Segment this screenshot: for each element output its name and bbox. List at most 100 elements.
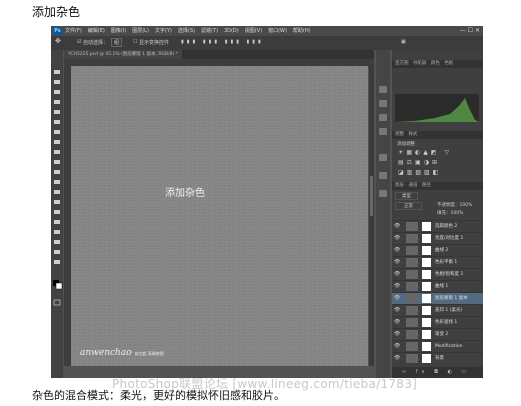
visibility-eye-icon[interactable]: 👁 [394,221,400,232]
menu-image[interactable]: 图像(I) [111,26,126,36]
show-transform-checkbox[interactable]: ☐ [133,39,137,45]
layer-name: 选取颜色 2 [435,224,458,229]
layers-tabs[interactable]: 图层 通道 路径 [392,182,483,190]
fill-field[interactable]: 填充：100% [437,210,463,216]
tab-paths[interactable]: 路径 [422,183,431,188]
visibility-eye-icon[interactable]: 👁 [394,341,400,352]
layer-mask-thumbnail [422,270,431,279]
canvas-caption: 添加杂色 [165,188,205,199]
menu-window[interactable]: 窗口(W) [268,26,287,36]
layer-thumbnail [406,246,418,255]
layer-row[interactable]: 👁 Modification [392,340,483,352]
layer-kind-filter[interactable]: 类型 [395,192,418,200]
auto-select-label: 自动选择： [83,40,109,46]
menu-select[interactable]: 选择(S) [178,26,195,36]
workspace-icon[interactable]: ▣ [401,39,406,45]
visibility-eye-icon[interactable]: 👁 [394,269,400,280]
window-controls[interactable]: — ☐ ✕ [460,26,480,36]
visibility-eye-icon[interactable]: 👁 [394,305,400,316]
layer-row[interactable]: 👁 色彩平衡 1 [392,256,483,268]
menu-file[interactable]: 文件(F) [65,26,82,36]
canvas[interactable] [71,66,368,366]
brush-icon[interactable] [379,128,387,135]
visibility-eye-icon[interactable]: 👁 [394,329,400,340]
photoshop-logo-icon: Ps [53,27,62,35]
adjustment-icons-row2[interactable]: ▤⚖▣◑⊞ [398,159,440,166]
character-icon[interactable] [379,190,387,197]
document-tab[interactable]: YCH5225.psd @ 45.1% (图层蒙版 1 副本, RGB/8) * [64,50,182,59]
layer-row[interactable]: 👁 背景 [392,352,483,364]
menu-layer[interactable]: 图层(L) [132,26,149,36]
layer-row[interactable]: 👁 色彩查找 1 [392,316,483,328]
menu-type[interactable]: 文字(Y) [155,26,172,36]
menu-edit[interactable]: 编辑(E) [88,26,105,36]
menu-bar: Ps 文件(F) 编辑(E) 图像(I) 图层(L) 文字(Y) 选择(S) 滤… [51,26,483,36]
layer-thumbnail [406,342,418,351]
blend-mode-select[interactable]: 正常 [395,202,422,210]
adjustments-title: 添加调整 [397,142,415,147]
menu-help[interactable]: 帮助(H) [293,26,311,36]
visibility-eye-icon[interactable]: 👁 [394,257,400,268]
group-select[interactable]: 组 [111,38,123,47]
adjustments-tabs[interactable]: 调整 样式 [392,131,483,139]
tools-icon[interactable] [379,172,387,179]
layer-thumbnail [406,282,418,291]
layer-mask-thumbnail [422,282,431,291]
menu-filter[interactable]: 滤镜(T) [201,26,218,36]
visibility-eye-icon[interactable]: 👁 [394,353,400,364]
layer-mask-thumbnail [422,234,431,243]
vertical-scrollbar[interactable] [369,66,374,366]
history-icon[interactable] [379,86,387,93]
tab-channels[interactable]: 通道 [408,183,417,188]
layer-thumbnail [406,270,418,279]
layer-row[interactable]: 👁 盖印 1 (柔光) [392,304,483,316]
tab-layers[interactable]: 图层 [395,183,404,188]
visibility-eye-icon[interactable]: 👁 [394,293,400,304]
visibility-eye-icon[interactable]: 👁 [394,245,400,256]
document-tab-bar: YCH5225.psd @ 45.1% (图层蒙版 1 副本, RGB/8) * [64,50,374,59]
layer-row[interactable]: 👁 色相/饱和度 1 [392,268,483,280]
move-tool-icon[interactable]: ✥ [55,37,61,45]
tab-navigator[interactable]: 导航器 [413,61,427,66]
menu-3d[interactable]: 3D(D) [224,26,239,36]
layer-name: 渐变 2 [435,332,449,337]
layer-row[interactable]: 👁 曲线 1 [392,280,483,292]
layer-thumbnail [406,318,418,327]
menu-list: 文件(F) 编辑(E) 图像(I) 图层(L) 文字(Y) 选择(S) 滤镜(T… [65,26,311,36]
actions-icon[interactable] [379,154,387,161]
tool-icons[interactable] [51,50,63,378]
tab-swatches[interactable]: 色板 [444,61,453,66]
page-heading: 添加杂色 [32,5,81,19]
layer-mask-thumbnail [422,258,431,267]
adjustment-icons-row3[interactable]: ◪▥▧▨◧ [398,169,441,176]
layer-name: 曲线 2 [435,248,449,253]
tab-styles[interactable]: 样式 [408,132,417,137]
visibility-eye-icon[interactable]: 👁 [394,233,400,244]
layer-row[interactable]: 👁 渐变 2 [392,328,483,340]
tab-histogram[interactable]: 直方图 [395,61,409,66]
canvas-logo-sub: 安文超 高端修图 [134,351,164,356]
tab-adjustments[interactable]: 调整 [395,132,404,137]
align-icons[interactable]: ▮▮▮ ▮▮▮ ▮▮▮ ▮▮▮ [181,39,264,45]
top-panel-tabs[interactable]: 直方图 导航器 颜色 色板 [392,60,483,68]
properties-icon[interactable] [379,100,387,107]
layer-row[interactable]: 👁 曲线 2 [392,244,483,256]
layer-row[interactable]: 👁 亮度/对比度 1 [392,232,483,244]
visibility-eye-icon[interactable]: 👁 [394,281,400,292]
opacity-field[interactable]: 不透明度：100% [437,202,472,208]
tab-color[interactable]: 颜色 [431,61,440,66]
layer-name: Modification [435,344,463,349]
layer-mask-thumbnail [422,306,431,315]
photoshop-window: Ps 文件(F) 编辑(E) 图像(I) 图层(L) 文字(Y) 选择(S) 滤… [51,26,483,378]
menu-view[interactable]: 视图(V) [245,26,262,36]
adjustment-icons-row1[interactable]: ☀▦◐▲◩ ▽ [398,149,452,156]
layer-row[interactable]: 👁 选取颜色 2 [392,220,483,232]
visibility-eye-icon[interactable]: 👁 [394,317,400,328]
layer-row[interactable]: 👁 图层蒙版 1 副本 [392,292,483,304]
scrollbar-thumb[interactable] [370,176,373,216]
page-caption: 杂色的混合模式：柔光，更好的模拟怀旧感和胶片。 [32,389,285,402]
canvas-logo-main: anwenchao [80,348,132,358]
auto-select-checkbox[interactable]: ☑ [77,39,81,45]
layer-name: 盖印 1 (柔光) [435,308,463,313]
info-icon[interactable] [379,114,387,121]
